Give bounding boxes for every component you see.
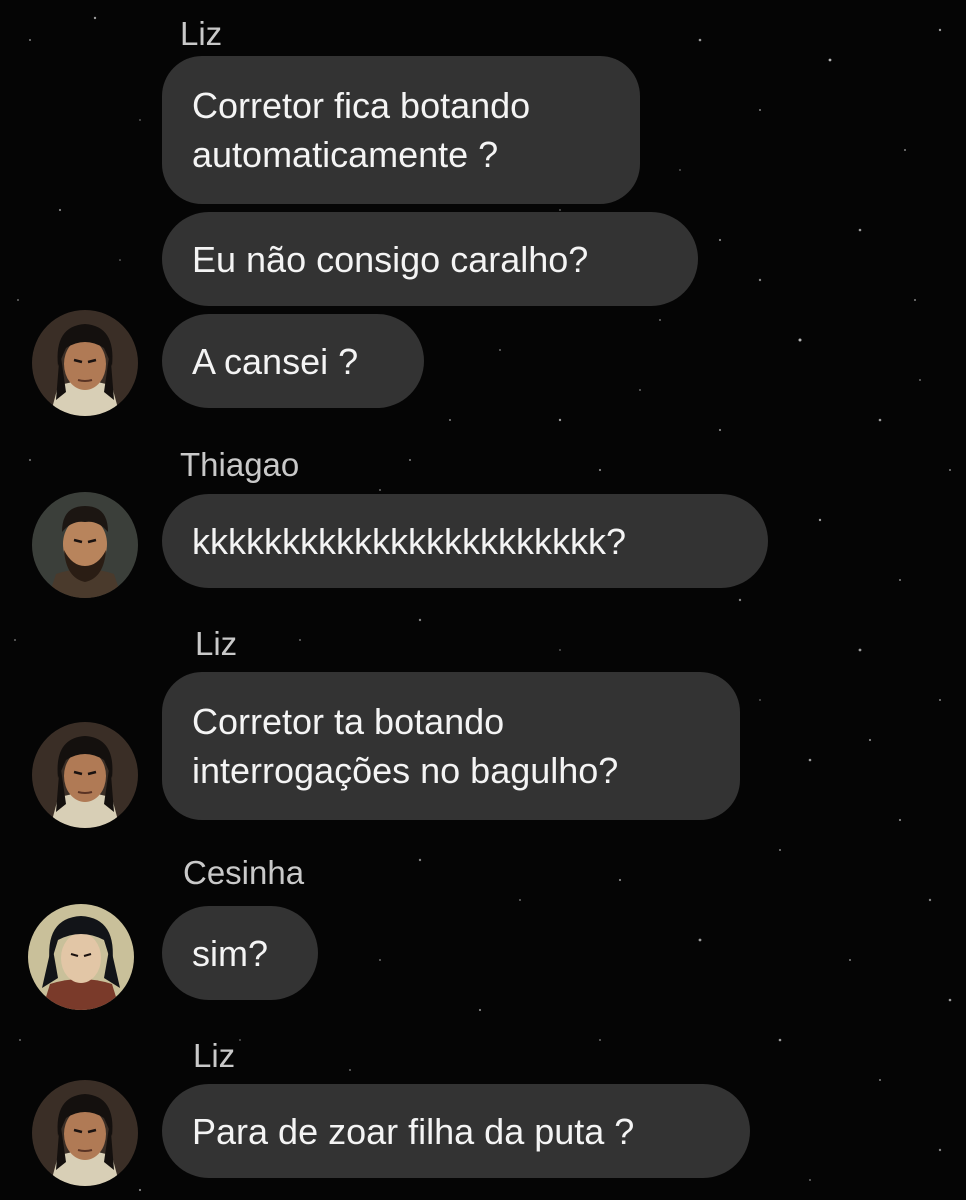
liz-avatar[interactable] xyxy=(32,310,138,416)
message-bubble[interactable]: sim? xyxy=(162,906,318,1000)
message-bubble[interactable]: Para de zoar filha da puta ? xyxy=(162,1084,750,1178)
sender-name-thiagao: Thiagao xyxy=(180,446,300,483)
message-text: kkkkkkkkkkkkkkkkkkkkkkk? xyxy=(192,520,627,562)
sender-name-liz: Liz xyxy=(180,15,223,52)
message-text: Para de zoar filha da puta ? xyxy=(192,1110,635,1152)
message-bubble[interactable]: Eu não consigo caralho? xyxy=(162,212,698,306)
message-bubble[interactable]: kkkkkkkkkkkkkkkkkkkkkkk? xyxy=(162,494,768,588)
message-text: Eu não consigo caralho? xyxy=(192,238,589,280)
message-bubble[interactable]: A cansei ? xyxy=(162,314,424,408)
cesinha-avatar[interactable] xyxy=(28,904,134,1010)
message-text: sim? xyxy=(192,932,269,974)
liz-avatar[interactable] xyxy=(32,1080,138,1186)
sender-name-liz: Liz xyxy=(195,625,238,662)
sender-name-cesinha: Cesinha xyxy=(183,854,305,891)
message-bubble[interactable]: Corretor ta botando interrogações no bag… xyxy=(162,672,740,820)
sender-name-liz: Liz xyxy=(193,1037,236,1074)
liz-avatar[interactable] xyxy=(32,722,138,828)
message-text: A cansei ? xyxy=(192,340,359,382)
thiagao-avatar[interactable] xyxy=(32,492,138,598)
message-text: Corretor ta botando interrogações no bag… xyxy=(192,701,619,791)
message-text: Corretor fica botando automaticamente ? xyxy=(192,85,531,175)
message-bubble[interactable]: Corretor fica botando automaticamente ? xyxy=(162,56,640,204)
